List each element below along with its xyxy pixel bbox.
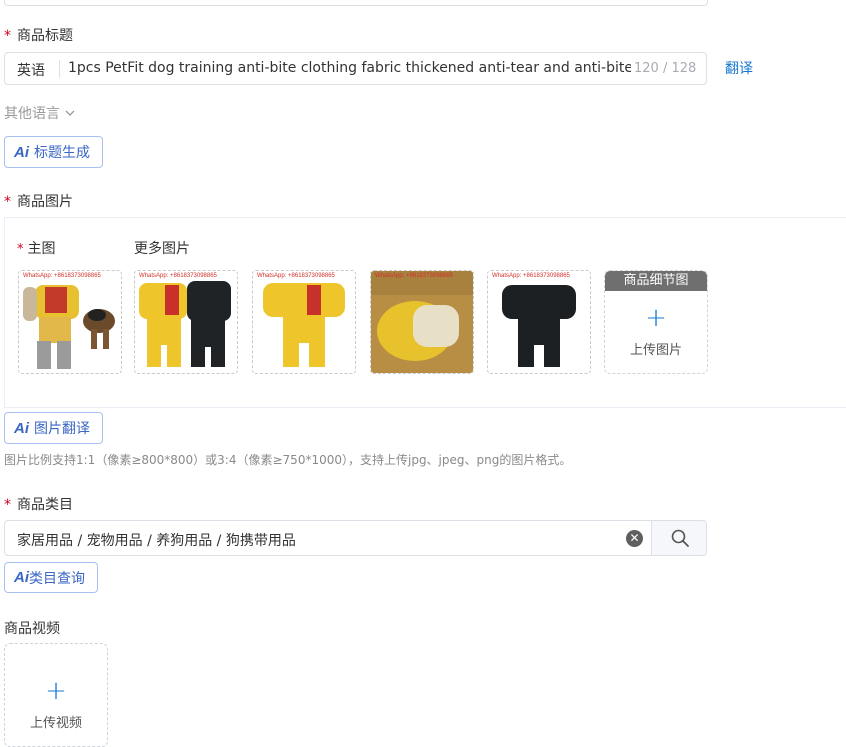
video-field-label: 商品视频 bbox=[4, 621, 60, 637]
product-photo bbox=[139, 281, 231, 367]
more-image-thumbnail[interactable]: WhatsApp: +8618373098865 bbox=[487, 270, 591, 374]
previous-input-edge bbox=[4, 0, 708, 6]
generate-title-label: 标题生成 bbox=[34, 145, 90, 161]
images-field-label: 商品图片 bbox=[17, 194, 73, 210]
other-languages-label: 其他语言 bbox=[4, 106, 60, 122]
main-image-thumbnail[interactable]: WhatsApp: +8618373098865 bbox=[18, 270, 122, 374]
other-languages-toggle[interactable]: 其他语言 bbox=[4, 103, 76, 123]
more-image-thumbnail[interactable]: WhatsApp: +8618373098865 bbox=[252, 270, 356, 374]
video-upload[interactable]: + 上传视频 bbox=[4, 643, 108, 747]
translate-link[interactable]: 翻译 bbox=[725, 58, 753, 78]
product-photo bbox=[23, 285, 115, 369]
category-query-label: 类目查询 bbox=[29, 570, 85, 587]
detail-tile-header: 商品细节图 bbox=[605, 271, 707, 291]
category-input-value[interactable]: 家居用品 / 宠物用品 / 养狗用品 / 狗携带用品 bbox=[17, 530, 296, 550]
watermark-text: WhatsApp: +8618373098865 bbox=[23, 273, 101, 279]
category-search-button[interactable] bbox=[651, 521, 706, 555]
translate-images-button[interactable]: Ai 图片翻译 bbox=[4, 412, 103, 444]
plus-icon: + bbox=[45, 676, 67, 706]
required-asterisk: * bbox=[4, 497, 11, 513]
plus-icon: + bbox=[645, 303, 667, 333]
main-image-label: 主图 bbox=[27, 241, 56, 257]
category-field-label-row: * 商品类目 bbox=[4, 494, 73, 514]
detail-image-upload[interactable]: 商品细节图 + 上传图片 bbox=[604, 270, 708, 374]
category-input[interactable]: 家居用品 / 宠物用品 / 养狗用品 / 狗携带用品 ✕ bbox=[4, 520, 707, 556]
images-field-label-row: * 商品图片 bbox=[4, 191, 73, 211]
image-format-hint: 图片比例支持1:1（像素≥800*800）或3:4（像素≥750*1000），支… bbox=[4, 453, 572, 467]
generate-title-button[interactable]: Ai 标题生成 bbox=[4, 136, 103, 168]
category-field-label: 商品类目 bbox=[17, 497, 73, 513]
watermark-text: WhatsApp: +8618373098865 bbox=[492, 273, 570, 279]
translate-images-label: 图片翻译 bbox=[34, 421, 90, 437]
search-icon bbox=[671, 529, 689, 547]
category-query-button[interactable]: Ai 类目查询 bbox=[4, 562, 98, 593]
upload-image-label: 上传图片 bbox=[629, 343, 682, 358]
title-input-value[interactable]: 1pcs PetFit dog training anti-bite cloth… bbox=[68, 60, 631, 76]
clear-circle-icon[interactable]: ✕ bbox=[626, 530, 643, 547]
required-asterisk: * bbox=[17, 242, 24, 257]
title-char-counter: 120 / 128 bbox=[634, 61, 697, 76]
ai-icon: Ai bbox=[14, 143, 29, 161]
title-field-label: 商品标题 bbox=[17, 28, 73, 44]
required-asterisk: * bbox=[4, 194, 11, 210]
more-image-thumbnail[interactable]: WhatsApp: +8618373098865 bbox=[134, 270, 238, 374]
ai-icon: Ai bbox=[14, 419, 29, 437]
watermark-text: WhatsApp: +8618373098865 bbox=[375, 273, 453, 279]
product-photo bbox=[263, 283, 345, 367]
title-input[interactable]: 英语 1pcs PetFit dog training anti-bite cl… bbox=[4, 52, 707, 85]
watermark-text: WhatsApp: +8618373098865 bbox=[257, 273, 335, 279]
language-prefix[interactable]: 英语 bbox=[17, 60, 45, 80]
title-field-label-row: * 商品标题 bbox=[4, 25, 73, 45]
prefix-divider bbox=[59, 60, 60, 78]
product-photo bbox=[502, 285, 576, 367]
more-images-label: 更多图片 bbox=[134, 241, 190, 257]
ai-icon: Ai bbox=[14, 569, 29, 586]
more-image-thumbnail[interactable]: WhatsApp: +8618373098865 bbox=[370, 270, 474, 374]
upload-video-label: 上传视频 bbox=[29, 716, 82, 731]
main-image-label-row: * 主图 bbox=[17, 238, 56, 258]
watermark-text: WhatsApp: +8618373098865 bbox=[139, 273, 217, 279]
required-asterisk: * bbox=[4, 28, 11, 44]
chevron-down-icon bbox=[65, 110, 75, 116]
product-photo bbox=[371, 271, 473, 373]
